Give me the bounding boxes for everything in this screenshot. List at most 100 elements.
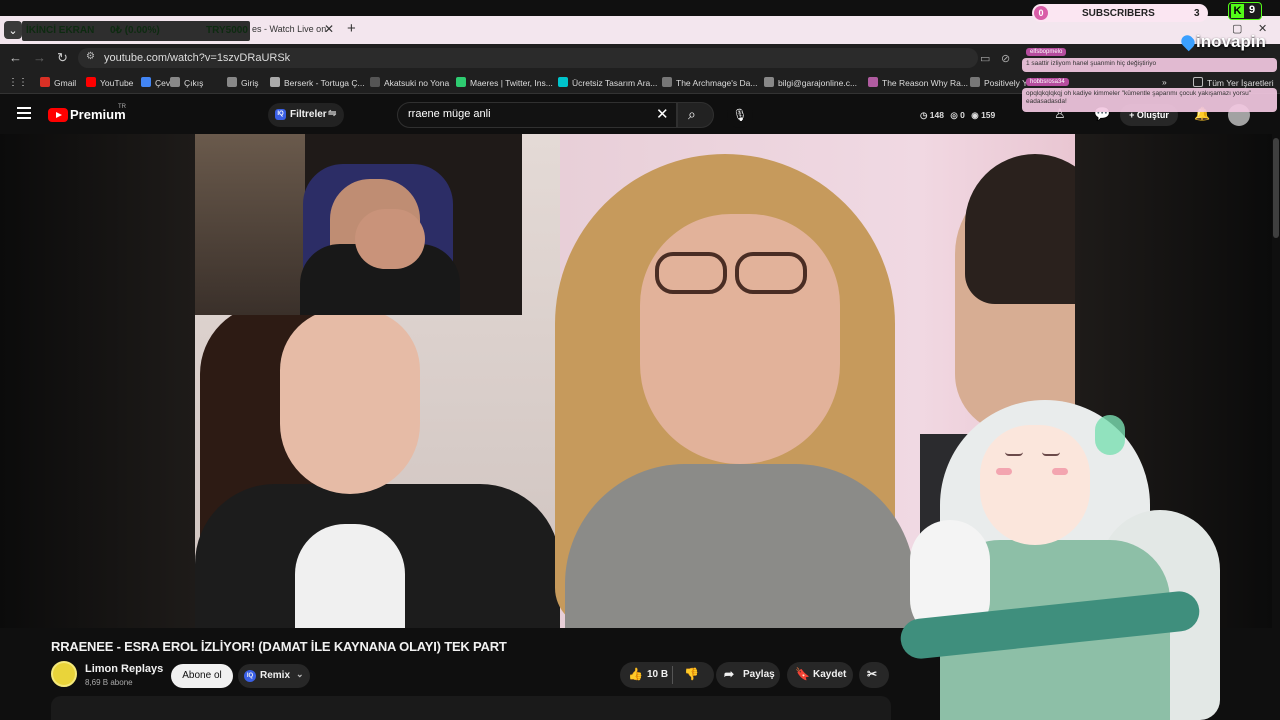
bookmark-label: The Archmage's Da... — [676, 78, 758, 88]
eye-icon: ◎ — [950, 110, 958, 120]
stat-other: 159 — [981, 110, 996, 120]
sliders-icon: ⇋ — [328, 108, 337, 119]
bookmark-favicon-icon — [558, 77, 568, 87]
filters-button[interactable]: IQ Filtreler ⇋ — [268, 103, 344, 127]
share-button[interactable]: ➦ Paylaş — [716, 662, 780, 688]
bookmark-favicon-icon — [764, 77, 774, 87]
bookmark-label: Maeres | Twitter, Ins... — [470, 78, 553, 88]
filters-label: Filtreler — [290, 109, 327, 120]
thumbs-up-icon: 👍 — [628, 667, 643, 681]
channel-name[interactable]: Limon Replays — [85, 663, 163, 675]
webcam-shelf — [195, 134, 305, 315]
bookmark-item[interactable]: The Archmage's Da... — [662, 77, 757, 88]
search-button[interactable]: ⌕ — [677, 102, 714, 128]
subs-label: SUBSCRIBERS — [1082, 8, 1155, 19]
player-backdrop-left — [0, 134, 195, 628]
bookmark-item[interactable]: Maeres | Twitter, Ins... — [456, 77, 553, 88]
forward-icon[interactable]: → — [33, 50, 46, 65]
vtuber-avatar — [880, 390, 1272, 720]
back-icon[interactable]: ← — [9, 50, 22, 65]
mic-icon[interactable]: 🎙 — [727, 102, 753, 128]
vtuber-blush-right — [1052, 468, 1068, 475]
bookmark-label: Berserk - Tortuga Ç... — [284, 78, 365, 88]
man-hair — [965, 154, 1075, 304]
menu-icon[interactable] — [17, 107, 31, 119]
chat-message: opqlqkqlqkqj oh kadiye kimmeler "kümentl… — [1022, 88, 1277, 112]
bookmark-favicon-icon — [86, 77, 96, 87]
chat-message: 1 saattir izliyom hanel şuanmin hiç deği… — [1022, 58, 1277, 72]
bookmark-item[interactable]: The Reason Why Ra... — [868, 77, 968, 88]
vtuber-blush-left — [996, 468, 1012, 475]
channel-avatar[interactable] — [51, 661, 77, 687]
bookmark-item[interactable]: Berserk - Tortuga Ç... — [270, 77, 365, 88]
bookmark-favicon-icon — [868, 77, 878, 87]
region-code: TR — [118, 104, 126, 110]
comment-icon: ◉ — [971, 110, 979, 120]
thumbs-down-icon: 👎 — [684, 667, 699, 681]
subs-left-count: 0 — [1034, 6, 1048, 20]
youtube-logo-icon[interactable] — [48, 108, 68, 122]
page-scrollbar[interactable] — [1272, 134, 1280, 720]
cast-icon[interactable]: ▭ — [980, 52, 990, 65]
new-tab-icon[interactable]: + — [347, 20, 356, 37]
clip-button[interactable]: ✂ — [859, 662, 889, 688]
kick-logo-icon: K — [1231, 4, 1244, 18]
bookmark-favicon-icon — [141, 77, 151, 87]
video-title: RRAENEE - ESRA EROL İZLİYOR! (DAMAT İLE … — [51, 639, 507, 654]
reload-icon[interactable]: ↻ — [57, 50, 68, 66]
bookmark-label: Akatsuki no Yona — [384, 78, 450, 88]
apps-grid-icon[interactable]: ⋮⋮ — [8, 77, 28, 88]
vtuber-eye-left — [1005, 452, 1023, 456]
bookmarks-overflow-icon[interactable]: » — [1162, 77, 1167, 87]
share-icon: ➦ — [724, 667, 735, 681]
save-button[interactable]: 🔖 Kaydet — [787, 662, 853, 688]
kick-count: 9 — [1249, 4, 1256, 16]
bookmark-item[interactable]: Ücretsiz Tasarım Ara... — [558, 77, 657, 88]
vtuber-eye-right — [1042, 452, 1060, 456]
vtuber-face — [980, 425, 1090, 545]
site-info-icon[interactable]: ⚙ — [86, 51, 95, 62]
bookmark-item[interactable]: Gmail — [40, 77, 76, 88]
bookmark-item[interactable]: Akatsuki no Yona — [370, 77, 449, 88]
chat-username: elfsbopmelo — [1026, 48, 1067, 56]
bookmark-item[interactable]: Giriş — [227, 77, 258, 88]
bookmark-favicon-icon — [970, 77, 980, 87]
bookmark-favicon-icon — [456, 77, 466, 87]
eye-off-icon[interactable]: ⊘ — [1001, 52, 1010, 65]
bookmark-icon: 🔖 — [795, 667, 810, 681]
channel-subscribers: 8,69 B abone — [85, 678, 133, 687]
chevron-down-icon: ⌄ — [296, 669, 304, 679]
extension-badge-icon: IQ — [275, 109, 286, 120]
like-button[interactable]: 👍 10 B — [620, 662, 672, 688]
bookmark-item[interactable]: Çıkış — [170, 77, 203, 88]
search-query[interactable]: rraene müge anli — [408, 108, 491, 120]
bookmark-favicon-icon — [40, 77, 50, 87]
extension-badge-icon: IQ — [244, 670, 256, 682]
bookmark-label: Giriş — [241, 78, 259, 88]
bookmark-favicon-icon — [270, 77, 280, 87]
streamer-webcam — [195, 134, 522, 315]
bookmark-item[interactable]: Positively Yo — [970, 77, 1032, 88]
subs-count: 3 — [1194, 8, 1200, 19]
dislike-button[interactable]: 👎 — [674, 662, 714, 688]
description-box[interactable] — [51, 696, 891, 720]
tab-close-icon[interactable]: ✕ — [324, 22, 334, 36]
sponsor-logo: inovapin — [1178, 32, 1266, 52]
tab-title[interactable]: es - Watch Live on — [252, 24, 326, 34]
remix-button[interactable]: IQ Remix ⌄ — [238, 664, 310, 688]
all-bookmarks[interactable]: Tüm Yer İşaretleri — [1193, 77, 1274, 88]
clear-search-icon[interactable]: ✕ — [656, 105, 669, 123]
url-text[interactable]: youtube.com/watch?v=1szvDRaURSk — [104, 52, 290, 64]
bookmark-item[interactable]: bilgi@garajonline.c... — [764, 77, 857, 88]
scrollbar-thumb[interactable] — [1273, 138, 1279, 238]
tab-search-dropdown[interactable]: ⌄ — [4, 21, 22, 39]
vtuber-hair-ornament — [1095, 415, 1125, 455]
chat-username: hobbsrosa34 — [1026, 78, 1069, 86]
bookmark-label: Çıkış — [184, 78, 204, 88]
bookmark-item[interactable]: YouTube — [86, 77, 133, 88]
bookmark-label: Ücretsiz Tasarım Ara... — [572, 78, 658, 88]
gray-sweater — [565, 464, 915, 628]
donation-progress-text: 0₺ (0.00%) — [110, 25, 160, 36]
bookmark-label: Positively Yo — [984, 78, 1032, 88]
subscribe-button[interactable]: Abone ol — [171, 664, 233, 688]
